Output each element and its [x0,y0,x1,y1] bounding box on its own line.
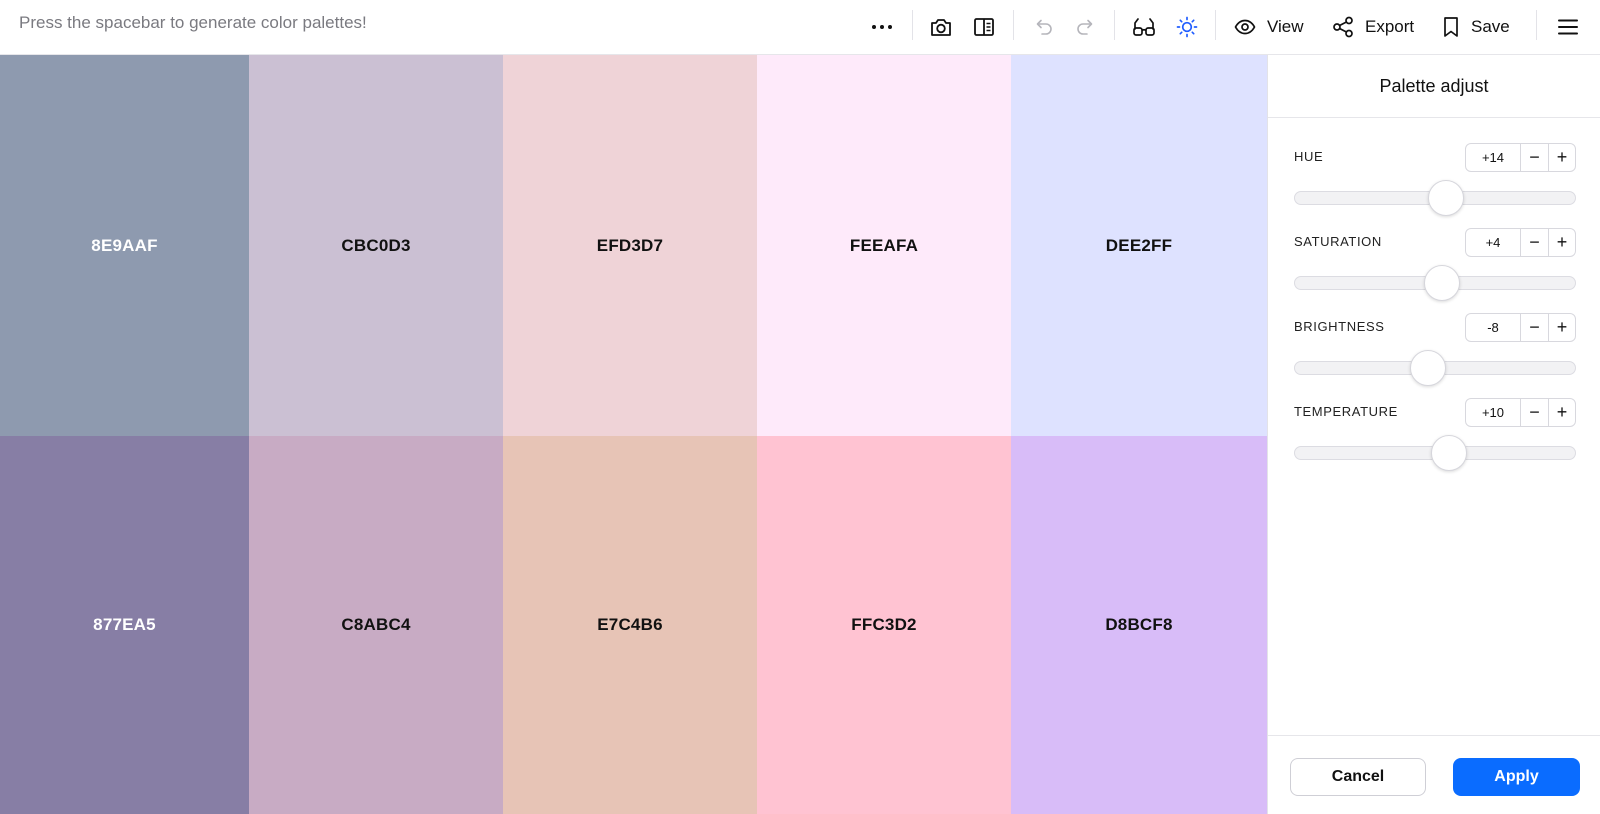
saturation-increase-button[interactable]: + [1548,229,1575,256]
color-swatch[interactable]: E7C4B6 [503,436,757,814]
brightness-value-input[interactable]: -8 [1466,314,1521,341]
adjustment-label: TEMPERATURE [1294,404,1398,419]
hex-code[interactable]: CBC0D3 [341,236,410,256]
spacebar-hint: Press the spacebar to generate color pal… [19,13,367,32]
palette-grid: 8E9AAF CBC0D3 EFD3D7 FEEAFA DEE2FF 877EA… [0,55,1267,814]
brightness-increase-button[interactable]: + [1548,314,1575,341]
cancel-button[interactable]: Cancel [1290,758,1426,796]
color-blindness-button[interactable] [1128,9,1160,45]
screenshot-button[interactable] [925,9,957,45]
color-swatch[interactable]: 877EA5 [0,436,249,814]
undo-button[interactable] [1027,9,1059,45]
export-label: Export [1365,17,1415,36]
brightness-adjustment: BRIGHTNESS -8 − + [1294,313,1576,398]
hue-decrease-button[interactable]: − [1521,144,1548,171]
hex-code[interactable]: FFC3D2 [851,615,916,635]
color-swatch[interactable]: EFD3D7 [503,55,757,436]
hex-code[interactable]: 877EA5 [93,615,156,635]
camera-icon [931,19,951,36]
toolbar-divider [912,10,913,40]
undo-icon [1036,19,1052,35]
temperature-stepper: +10 − + [1465,398,1576,427]
temperature-decrease-button[interactable]: − [1521,399,1548,426]
color-swatch[interactable]: C8ABC4 [249,436,503,814]
toggle-side-panel-button[interactable] [968,9,1000,45]
brightness-slider-thumb[interactable] [1409,350,1446,386]
apply-button[interactable]: Apply [1453,758,1580,796]
save-button[interactable]: Save [1442,9,1510,45]
save-label: Save [1471,17,1510,36]
saturation-adjustment: SATURATION +4 − + [1294,228,1576,313]
hex-code[interactable]: E7C4B6 [597,615,662,635]
menu-icon [1558,19,1578,35]
hex-code[interactable]: FEEAFA [850,236,918,256]
hex-code[interactable]: 8E9AAF [91,236,157,256]
view-button[interactable]: View [1234,9,1304,45]
adjust-palette-button[interactable] [1171,9,1203,45]
glasses-icon [1133,18,1155,36]
saturation-stepper: +4 − + [1465,228,1576,257]
main-menu-button[interactable] [1552,9,1584,45]
temperature-slider-thumb[interactable] [1431,435,1468,471]
export-button[interactable]: Export [1332,9,1414,45]
adjustment-label: SATURATION [1294,234,1382,249]
share-icon [1333,16,1353,38]
brightness-decrease-button[interactable]: − [1521,314,1548,341]
side-panel-icon [974,18,994,36]
color-swatch[interactable]: FEEAFA [757,55,1011,436]
temperature-adjustment: TEMPERATURE +10 − + [1294,398,1576,483]
color-swatch[interactable]: DEE2FF [1011,55,1267,436]
color-swatch[interactable]: D8BCF8 [1011,436,1267,814]
more-icon [872,25,892,29]
eye-icon [1234,19,1256,35]
hue-adjustment: HUE +14 − + [1294,143,1576,228]
hue-stepper: +14 − + [1465,143,1576,172]
temperature-increase-button[interactable]: + [1548,399,1575,426]
hue-increase-button[interactable]: + [1548,144,1575,171]
brightness-stepper: -8 − + [1465,313,1576,342]
adjustment-label: HUE [1294,149,1324,164]
hue-slider-thumb[interactable] [1428,180,1465,216]
adjustment-label: BRIGHTNESS [1294,319,1385,334]
view-label: View [1267,17,1304,36]
saturation-decrease-button[interactable]: − [1521,229,1548,256]
hue-value-input[interactable]: +14 [1466,144,1521,171]
color-swatch[interactable]: CBC0D3 [249,55,503,436]
hex-code[interactable]: D8BCF8 [1105,615,1172,635]
saturation-value-input[interactable]: +4 [1466,229,1521,256]
temperature-value-input[interactable]: +10 [1466,399,1521,426]
bookmark-icon [1444,17,1458,37]
hex-code[interactable]: DEE2FF [1106,236,1172,256]
palette-adjust-panel: Palette adjust HUE +14 − + SATURATION +4… [1267,55,1600,814]
toolbar-divider [1215,10,1216,40]
color-swatch[interactable]: 8E9AAF [0,55,249,436]
panel-footer: Cancel Apply [1268,735,1600,814]
hex-code[interactable]: EFD3D7 [597,236,663,256]
toolbar-divider [1013,10,1014,40]
top-toolbar: Press the spacebar to generate color pal… [0,0,1600,55]
more-options-button[interactable] [866,9,898,45]
hex-code[interactable]: C8ABC4 [341,615,410,635]
redo-icon [1077,19,1093,35]
panel-title: Palette adjust [1268,55,1600,118]
color-swatch[interactable]: FFC3D2 [757,436,1011,814]
sun-icon [1176,16,1198,38]
redo-button[interactable] [1070,9,1102,45]
toolbar-divider [1114,10,1115,40]
saturation-slider-thumb[interactable] [1424,265,1461,301]
toolbar-divider [1536,10,1537,40]
